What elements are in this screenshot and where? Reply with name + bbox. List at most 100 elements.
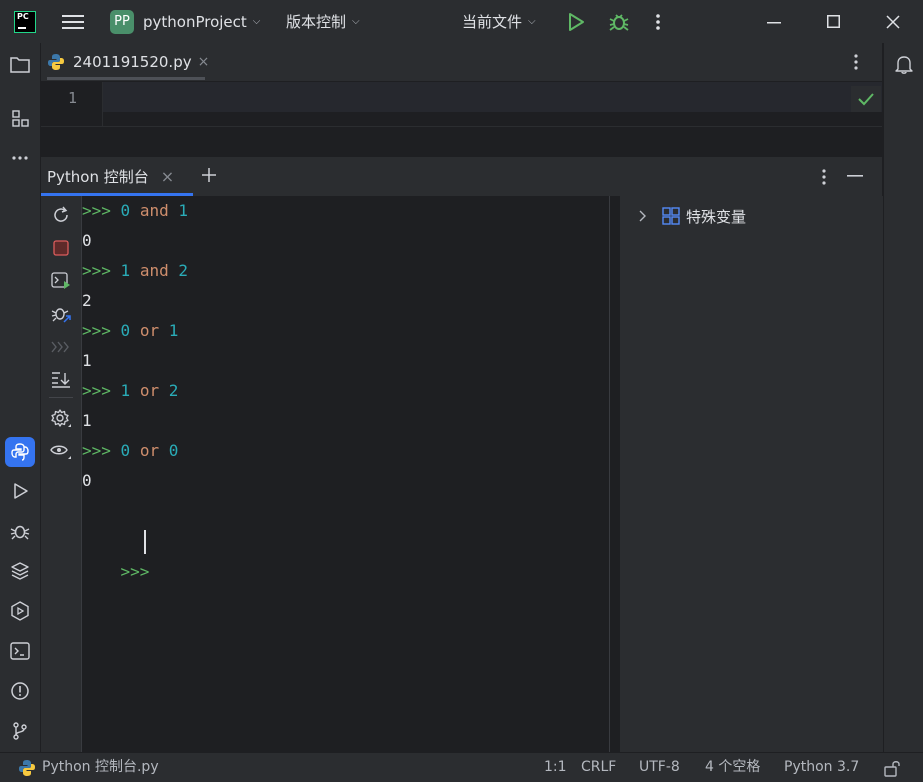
console-prompt: >>> <box>82 441 111 460</box>
chevron-down-icon: ⌵ <box>528 16 536 27</box>
settings-button[interactable] <box>49 407 73 431</box>
python-packages-tool-button[interactable] <box>8 559 32 583</box>
close-window-button[interactable] <box>886 0 900 43</box>
debug-bug-icon <box>51 308 71 323</box>
operand: 1 <box>120 381 131 400</box>
plus-icon <box>202 168 216 182</box>
close-tab-icon[interactable]: × <box>198 54 210 70</box>
console-input-echo: >>> 0 or 0 <box>82 436 178 466</box>
operand: 1 <box>178 201 189 220</box>
layers-icon <box>11 562 29 580</box>
structure-tool-button[interactable] <box>8 106 32 130</box>
python-console-tool-button[interactable] <box>5 437 35 467</box>
checkmark-icon <box>858 93 874 106</box>
vcs-label: 版本控制 <box>286 13 347 31</box>
special-vars-node[interactable]: 特殊变量 <box>638 205 746 227</box>
read-only-toggle[interactable] <box>884 753 902 782</box>
hamburger-icon <box>62 14 84 29</box>
python-icon <box>11 443 29 461</box>
app-logo[interactable]: PC <box>14 0 36 43</box>
console-prompt: >>> <box>82 201 111 220</box>
status-encoding[interactable]: UTF-8 <box>639 753 680 782</box>
folder-icon <box>10 57 30 73</box>
inspection-status[interactable] <box>851 86 881 112</box>
keyword: and <box>139 261 169 280</box>
console-tab[interactable]: Python 控制台 × <box>47 157 174 196</box>
status-console-name[interactable]: Python 控制台.py <box>18 753 159 782</box>
console-input-line[interactable]: >>> <box>82 527 150 581</box>
line-number: 1 <box>68 89 78 107</box>
more-actions-button[interactable] <box>655 0 661 43</box>
problems-tool-button[interactable] <box>8 679 32 703</box>
run-config-selector[interactable]: 当前文件 ⌵ <box>462 0 536 43</box>
terminal-tool-button[interactable] <box>8 639 32 663</box>
console-options-button[interactable] <box>821 168 827 190</box>
gear-icon <box>51 409 71 427</box>
close-tab-icon[interactable]: × <box>161 167 174 186</box>
operand: 0 <box>168 441 179 460</box>
main-menu-button[interactable] <box>62 0 84 43</box>
run-button[interactable] <box>566 0 586 43</box>
git-tool-button[interactable] <box>8 719 32 743</box>
operand: 2 <box>168 381 179 400</box>
console-input-echo: >>> 1 and 2 <box>82 256 188 286</box>
debug-button[interactable] <box>608 0 630 43</box>
status-bar: Python 控制台.py 1:1 CRLF UTF-8 4 个空格 Pytho… <box>0 752 923 782</box>
debug-bug-icon <box>10 525 30 540</box>
more-horizontal-icon <box>12 156 28 160</box>
rerun-console-button[interactable] <box>49 203 73 227</box>
project-tool-button[interactable] <box>8 52 32 76</box>
problems-icon <box>11 682 29 700</box>
console-toolbar <box>41 196 82 752</box>
console-output[interactable]: >>> 0 and 1 0 >>> 1 and 2 2 >>> 0 or 1 1 >>> 1… <box>82 196 609 752</box>
history-button[interactable] <box>49 335 73 359</box>
stop-console-button[interactable] <box>49 236 73 260</box>
console-input-echo: >>> 0 or 1 <box>82 316 178 346</box>
minimize-icon <box>767 21 781 23</box>
git-branch-icon <box>13 722 27 740</box>
scroll-to-end-button[interactable] <box>49 367 73 391</box>
debug-tool-button[interactable] <box>8 519 32 543</box>
editor-tabs-more-button[interactable] <box>853 53 859 75</box>
chevron-down-icon: ⌵ <box>252 16 261 27</box>
run-icon <box>569 12 584 31</box>
status-indent[interactable]: 4 个空格 <box>705 753 760 782</box>
vcs-menu[interactable]: 版本控制 ⌵ <box>286 0 360 43</box>
status-console-label: Python 控制台.py <box>42 759 159 775</box>
run-tool-button[interactable] <box>8 479 32 503</box>
terminal-icon <box>10 642 30 660</box>
services-icon <box>11 601 29 621</box>
console-output-line: 0 <box>82 231 92 250</box>
run-config-label: 当前文件 <box>462 13 523 31</box>
maximize-icon <box>827 15 840 28</box>
console-output-line: 2 <box>82 291 92 310</box>
new-console-button[interactable] <box>201 167 217 187</box>
status-position[interactable]: 1:1 <box>544 753 567 782</box>
operand: 0 <box>120 441 131 460</box>
editor-tab-bar: 2401191520.py × <box>41 43 882 82</box>
execute-button[interactable] <box>49 269 73 293</box>
show-variables-button[interactable] <box>49 439 73 463</box>
more-tools-button[interactable] <box>8 146 32 170</box>
console-tab-label: Python 控制台 <box>47 168 149 186</box>
minimize-button[interactable] <box>767 0 781 43</box>
debug-bug-icon <box>609 13 629 31</box>
code-editor[interactable] <box>41 82 882 126</box>
run-icon <box>14 483 28 499</box>
status-interpreter[interactable]: Python 3.7 <box>784 753 859 782</box>
services-tool-button[interactable] <box>8 599 32 623</box>
notifications-button[interactable] <box>892 52 916 76</box>
project-selector[interactable]: PP pythonProject ⌵ <box>110 0 260 43</box>
editor-tab[interactable]: 2401191520.py × <box>47 43 209 81</box>
splitter[interactable] <box>610 196 620 752</box>
maximize-button[interactable] <box>827 0 840 43</box>
status-line-separator[interactable]: CRLF <box>581 753 616 782</box>
special-vars-label: 特殊变量 <box>686 207 747 226</box>
variables-group-icon <box>662 207 680 225</box>
hide-panel-button[interactable] <box>847 169 863 187</box>
console-output-line: 0 <box>82 471 92 490</box>
toolbar-divider <box>49 397 73 398</box>
attach-debugger-button[interactable] <box>49 302 73 326</box>
variables-panel: 特殊变量 <box>609 196 883 752</box>
line-number-gutter: 1 <box>41 82 103 126</box>
